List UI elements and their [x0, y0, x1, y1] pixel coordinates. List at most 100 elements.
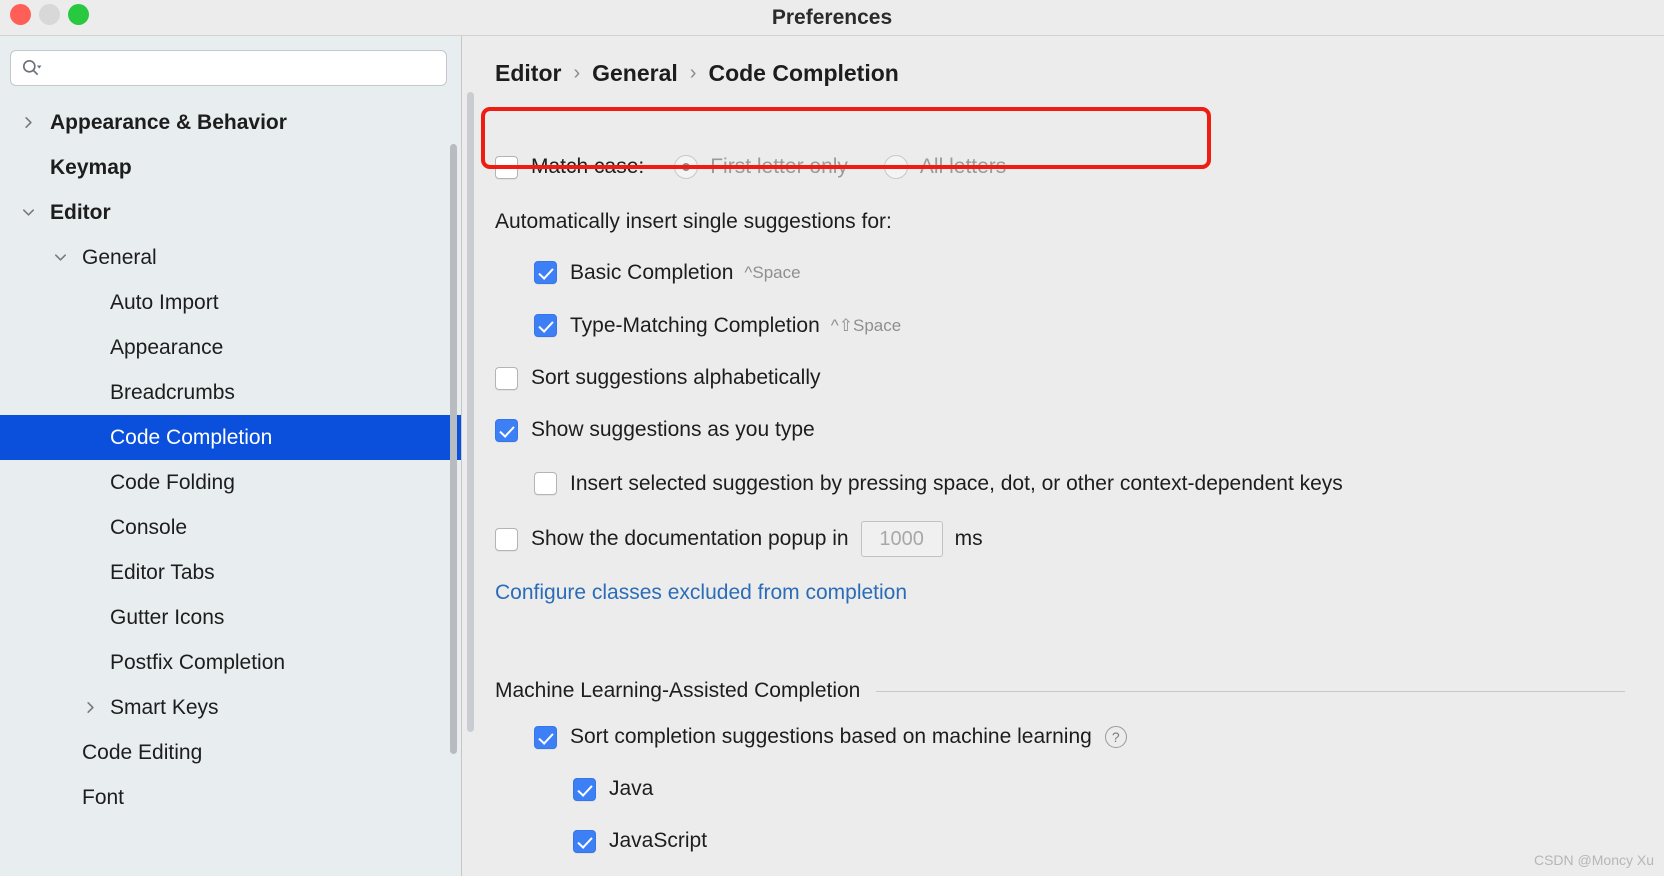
auto-insert-header: Automatically insert single suggestions …	[495, 210, 892, 233]
match-case-label: Match case:	[531, 155, 645, 178]
ml-language-java-row: Java	[495, 763, 1664, 815]
type-matching-completion-checkbox[interactable]	[534, 314, 557, 337]
sidebar-item-label: Font	[82, 786, 125, 809]
chevron-right-icon[interactable]	[82, 700, 98, 716]
search-input[interactable]	[55, 51, 440, 85]
insert-on-keys-checkbox[interactable]	[534, 472, 557, 495]
sidebar-item-label: Smart Keys	[110, 696, 219, 719]
radio-first-letter-only[interactable]	[674, 155, 699, 179]
sidebar-item-label: Postfix Completion	[110, 651, 286, 674]
sidebar-item-console[interactable]: Console	[0, 505, 461, 550]
sidebar-item-label: Keymap	[50, 156, 132, 179]
breadcrumb-separator: ›	[689, 62, 697, 84]
ml-language-javascript-label: JavaScript	[609, 829, 708, 852]
chevron-down-icon[interactable]	[52, 250, 68, 266]
sidebar-item-appearance-behavior[interactable]: Appearance & Behavior	[0, 100, 461, 145]
basic-completion-label: Basic Completion	[570, 260, 734, 284]
breadcrumb-part[interactable]: Code Completion	[708, 60, 898, 87]
basic-completion-shortcut: ^Space	[744, 262, 801, 282]
preferences-window: Preferences Appearance & Behavior Keymap E…	[0, 0, 1664, 876]
settings-content: Editor › General › Code Completion Match cas…	[463, 36, 1664, 876]
sidebar-item-label: Code Folding	[110, 471, 235, 494]
ml-language-javascript-checkbox[interactable]	[573, 829, 596, 853]
chevron-down-icon[interactable]	[20, 205, 36, 221]
show-as-you-type-label: Show suggestions as you type	[531, 418, 815, 441]
doc-popup-checkbox[interactable]	[495, 527, 518, 551]
sort-by-ml-row: Sort completion suggestions based on mac…	[495, 711, 1664, 763]
basic-completion-checkbox[interactable]	[534, 261, 557, 284]
sidebar-item-label: Appearance & Behavior	[50, 111, 287, 134]
sidebar-item-label: Gutter Icons	[110, 606, 225, 629]
radio-all-letters[interactable]	[883, 155, 908, 179]
sidebar-item-breadcrumbs[interactable]: Breadcrumbs	[0, 370, 461, 415]
sidebar-item-label: Code Completion	[110, 426, 273, 449]
sidebar-item-editor[interactable]: Editor	[0, 190, 461, 235]
ml-section-divider	[876, 690, 1625, 692]
match-case-checkbox[interactable]	[495, 155, 518, 179]
breadcrumb-part[interactable]: General	[592, 60, 678, 87]
title-bar: Preferences	[0, 0, 1664, 36]
sidebar-item-label: Appearance	[110, 336, 224, 359]
watermark: CSDN @Moncy Xu	[1533, 852, 1654, 868]
search-box[interactable]	[10, 50, 447, 86]
sidebar-item-smart-keys[interactable]: Smart Keys	[0, 685, 461, 730]
sidebar-item-gutter-icons[interactable]: Gutter Icons	[0, 595, 461, 640]
content-scrollbar[interactable]	[467, 92, 474, 732]
doc-popup-label: Show the documentation popup in	[531, 527, 849, 550]
help-icon[interactable]: ?	[1104, 726, 1127, 748]
sidebar-item-postfix-completion[interactable]: Postfix Completion	[0, 640, 461, 685]
insert-on-keys-label: Insert selected suggestion by pressing s…	[570, 471, 1343, 495]
sidebar-item-font[interactable]: Font	[0, 775, 461, 820]
radio-all-letters-label: All letters	[919, 155, 1007, 178]
sidebar-item-code-folding[interactable]: Code Folding	[0, 460, 461, 505]
ml-section-title: Machine Learning-Assisted Completion	[495, 679, 861, 702]
excluded-classes-link-row: Configure classes excluded from completi…	[495, 567, 1664, 619]
breadcrumb: Editor › General › Code Completion	[495, 60, 899, 87]
show-as-you-type-row: Show suggestions as you type	[495, 404, 1664, 456]
chevron-right-icon[interactable]	[20, 115, 36, 131]
show-as-you-type-checkbox[interactable]	[495, 418, 518, 442]
sidebar-item-label: Auto Import	[110, 291, 219, 314]
search-icon	[21, 58, 42, 79]
sidebar-item-auto-import[interactable]: Auto Import	[0, 280, 461, 325]
search-area	[0, 36, 461, 86]
sort-alphabetically-label: Sort suggestions alphabetically	[531, 366, 821, 389]
ml-language-javascript-row: JavaScript	[495, 815, 1664, 867]
sidebar-item-label: Code Editing	[82, 741, 203, 764]
sidebar-item-general[interactable]: General	[0, 235, 461, 280]
type-matching-completion-row: Type-Matching Completion ^⇧Space	[495, 299, 1664, 352]
match-case-row: Match case: First letter only All letter…	[495, 136, 1664, 198]
sidebar-scrollbar[interactable]	[450, 144, 457, 754]
sidebar-item-label: Breadcrumbs	[110, 381, 235, 404]
window-title: Preferences	[771, 6, 893, 29]
sidebar-item-label: Console	[110, 516, 188, 539]
basic-completion-row: Basic Completion ^Space	[495, 246, 1664, 299]
settings-tree: Appearance & Behavior Keymap Editor General…	[0, 100, 461, 820]
ml-section-header-row: Machine Learning-Assisted Completion	[495, 619, 1664, 711]
sidebar-item-label: Editor Tabs	[110, 561, 215, 584]
doc-popup-unit-label: ms	[954, 527, 983, 550]
type-matching-completion-shortcut: ^⇧Space	[830, 315, 902, 335]
type-matching-completion-label: Type-Matching Completion	[570, 313, 820, 337]
breadcrumb-part[interactable]: Editor	[495, 60, 561, 87]
ml-language-java-checkbox[interactable]	[573, 777, 596, 801]
sidebar-item-label: Editor	[50, 201, 111, 224]
configure-excluded-classes-link[interactable]: Configure classes excluded from completi…	[495, 581, 907, 605]
doc-popup-delay-input[interactable]: 1000	[860, 521, 943, 557]
sidebar-item-code-editing[interactable]: Code Editing	[0, 730, 461, 775]
sidebar-item-code-completion[interactable]: Code Completion	[0, 415, 461, 460]
sidebar-item-label: General	[82, 246, 157, 269]
sort-alphabetically-row: Sort suggestions alphabetically	[495, 352, 1664, 404]
sort-alphabetically-checkbox[interactable]	[495, 366, 518, 390]
sidebar-item-editor-tabs[interactable]: Editor Tabs	[0, 550, 461, 595]
sidebar-item-appearance[interactable]: Appearance	[0, 325, 461, 370]
ml-language-java-label: Java	[609, 777, 654, 800]
auto-insert-header-row: Automatically insert single suggestions …	[495, 198, 1664, 246]
doc-popup-row: Show the documentation popup in 1000 ms	[495, 511, 1664, 567]
insert-on-keys-row: Insert selected suggestion by pressing s…	[495, 456, 1664, 511]
sort-by-ml-label: Sort completion suggestions based on mac…	[570, 725, 1092, 748]
breadcrumb-separator: ›	[573, 62, 581, 84]
sidebar-item-keymap[interactable]: Keymap	[0, 145, 461, 190]
sort-by-ml-checkbox[interactable]	[534, 725, 557, 749]
settings-sidebar: Appearance & Behavior Keymap Editor General…	[0, 36, 462, 876]
